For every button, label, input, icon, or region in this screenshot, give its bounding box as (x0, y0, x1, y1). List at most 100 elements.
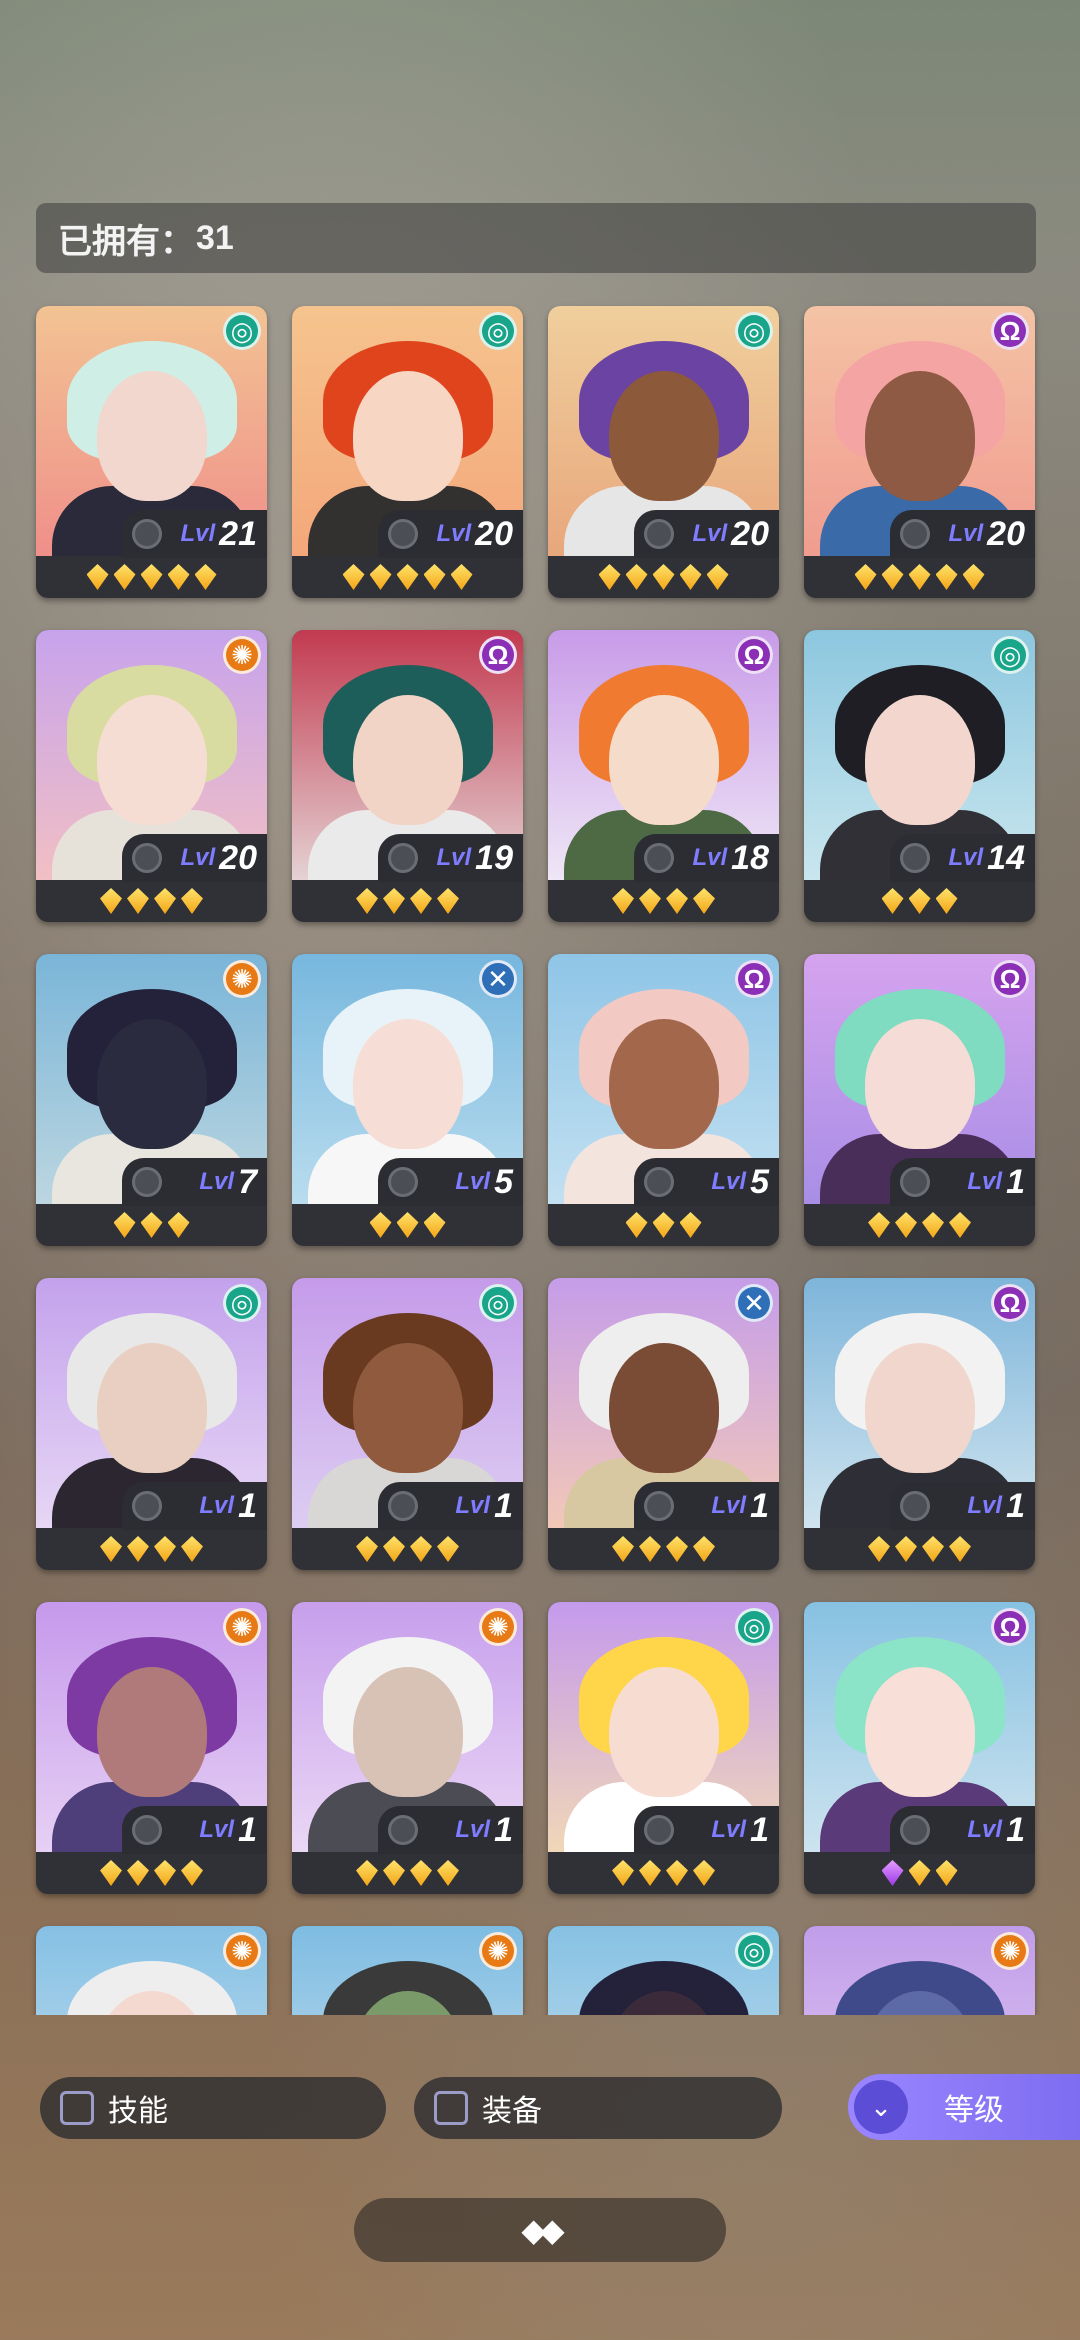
gear-element-icon: ✺ (223, 1608, 261, 1646)
star-icon (679, 564, 702, 590)
level-plate: Lvl 1 (634, 1482, 779, 1530)
level-plate: Lvl 20 (378, 510, 523, 558)
spiral-element-icon: ◎ (735, 1932, 773, 1970)
class-icon (388, 1167, 418, 1197)
level-label: Lvl (692, 844, 728, 871)
star-icon (693, 1860, 715, 1886)
level-plate: Lvl 7 (122, 1158, 267, 1206)
star-icon (410, 888, 432, 914)
hero-card[interactable]: Ω Lvl 19 (292, 630, 523, 922)
hero-card[interactable]: ✺ (804, 1926, 1035, 2015)
spiral-element-icon: ◎ (223, 312, 261, 350)
star-icon (100, 888, 122, 914)
hero-face (352, 1343, 463, 1473)
level-plate: Lvl 5 (634, 1158, 779, 1206)
star-icon (666, 1536, 688, 1562)
level-label: Lvl (711, 1168, 747, 1195)
star-icon (922, 1536, 944, 1562)
equip-checkbox[interactable] (434, 2091, 468, 2125)
star-icon (140, 1212, 163, 1238)
hero-card[interactable]: ◎ Lvl 14 (804, 630, 1035, 922)
level-label: Lvl (455, 1168, 491, 1195)
hero-card[interactable]: Ω Lvl 1 (804, 1278, 1035, 1570)
equip-filter[interactable]: 装备 (414, 2077, 782, 2139)
level-value: 1 (238, 1486, 257, 1525)
star-icon (868, 1536, 890, 1562)
level-plate: Lvl 1 (378, 1482, 523, 1530)
level-label: Lvl (199, 1168, 235, 1195)
hero-face (352, 1667, 463, 1797)
hero-card[interactable]: ◎ Lvl 20 (548, 306, 779, 598)
spiral-element-icon: ◎ (479, 1284, 517, 1322)
star-icon (437, 888, 459, 914)
hero-card[interactable]: ✺ Lvl 7 (36, 954, 267, 1246)
level-value: 1 (1006, 1810, 1025, 1849)
star-icon (194, 564, 217, 590)
level-label: Lvl (967, 1492, 1003, 1519)
class-icon (644, 519, 674, 549)
hero-card[interactable]: ✺ Lvl 1 (36, 1602, 267, 1894)
star-icon (612, 1860, 634, 1886)
level-label: Lvl (180, 844, 216, 871)
level-label: Lvl (948, 520, 984, 547)
hero-face (96, 695, 207, 825)
star-icon (127, 888, 149, 914)
level-label: Lvl (711, 1816, 747, 1843)
hero-card[interactable]: ✺ Lvl 1 (292, 1602, 523, 1894)
star-icon (881, 564, 904, 590)
level-plate: Lvl 20 (122, 834, 267, 882)
hero-card[interactable]: ◎ (548, 1926, 779, 2015)
star-icon (140, 564, 163, 590)
star-icon (612, 1536, 634, 1562)
star-icon (383, 1860, 405, 1886)
hero-card[interactable]: ◎ Lvl 1 (36, 1278, 267, 1570)
star-icon (935, 564, 958, 590)
star-rating (804, 1204, 1035, 1246)
level-value: 20 (731, 514, 769, 553)
hero-card[interactable]: ✺ (36, 1926, 267, 2015)
hero-card[interactable]: ✺ (292, 1926, 523, 2015)
hero-card[interactable]: ◎ Lvl 1 (292, 1278, 523, 1570)
star-icon (706, 564, 729, 590)
hero-card[interactable]: ◎ Lvl 21 (36, 306, 267, 598)
hero-card[interactable]: ✕ Lvl 5 (292, 954, 523, 1246)
kaiju-element-icon: Ω (991, 1284, 1029, 1322)
class-icon (644, 1815, 674, 1845)
star-icon (410, 1536, 432, 1562)
star-icon (383, 1536, 405, 1562)
hero-card[interactable]: ✺ Lvl 20 (36, 630, 267, 922)
hero-card[interactable]: ◎ Lvl 1 (548, 1602, 779, 1894)
level-plate: Lvl 20 (634, 510, 779, 558)
class-icon (900, 1167, 930, 1197)
level-plate: Lvl 1 (890, 1158, 1035, 1206)
star-icon (181, 1536, 203, 1562)
hero-card[interactable]: Ω Lvl 5 (548, 954, 779, 1246)
star-icon (693, 1536, 715, 1562)
star-icon (369, 1212, 392, 1238)
hero-face (608, 1343, 719, 1473)
star-icon (410, 1860, 432, 1886)
skill-filter[interactable]: 技能 (40, 2077, 386, 2139)
level-label: Lvl (711, 1492, 747, 1519)
hero-face (96, 371, 207, 501)
hero-card[interactable]: Ω Lvl 18 (548, 630, 779, 922)
star-icon (356, 1860, 378, 1886)
diamonds-icon: ◆◆ (521, 2212, 564, 2248)
hero-face (96, 1667, 207, 1797)
hero-card[interactable]: Ω Lvl 1 (804, 954, 1035, 1246)
hero-card[interactable]: ◎ Lvl 20 (292, 306, 523, 598)
spiral-element-icon: ◎ (223, 1284, 261, 1322)
star-icon (908, 888, 931, 914)
level-value: 1 (494, 1486, 513, 1525)
skill-checkbox[interactable] (60, 2091, 94, 2125)
level-value: 21 (219, 514, 257, 553)
sort-level-button[interactable]: ⌄ 等级 (848, 2074, 1080, 2140)
level-value: 14 (987, 838, 1025, 877)
bottom-expand-handle[interactable]: ◆◆ (354, 2198, 726, 2262)
hero-card[interactable]: ✕ Lvl 1 (548, 1278, 779, 1570)
hero-face (96, 1343, 207, 1473)
hero-card[interactable]: Ω Lvl 1 (804, 1602, 1035, 1894)
gear-element-icon: ✺ (223, 636, 261, 674)
hero-card[interactable]: Ω Lvl 20 (804, 306, 1035, 598)
star-rating (804, 880, 1035, 922)
